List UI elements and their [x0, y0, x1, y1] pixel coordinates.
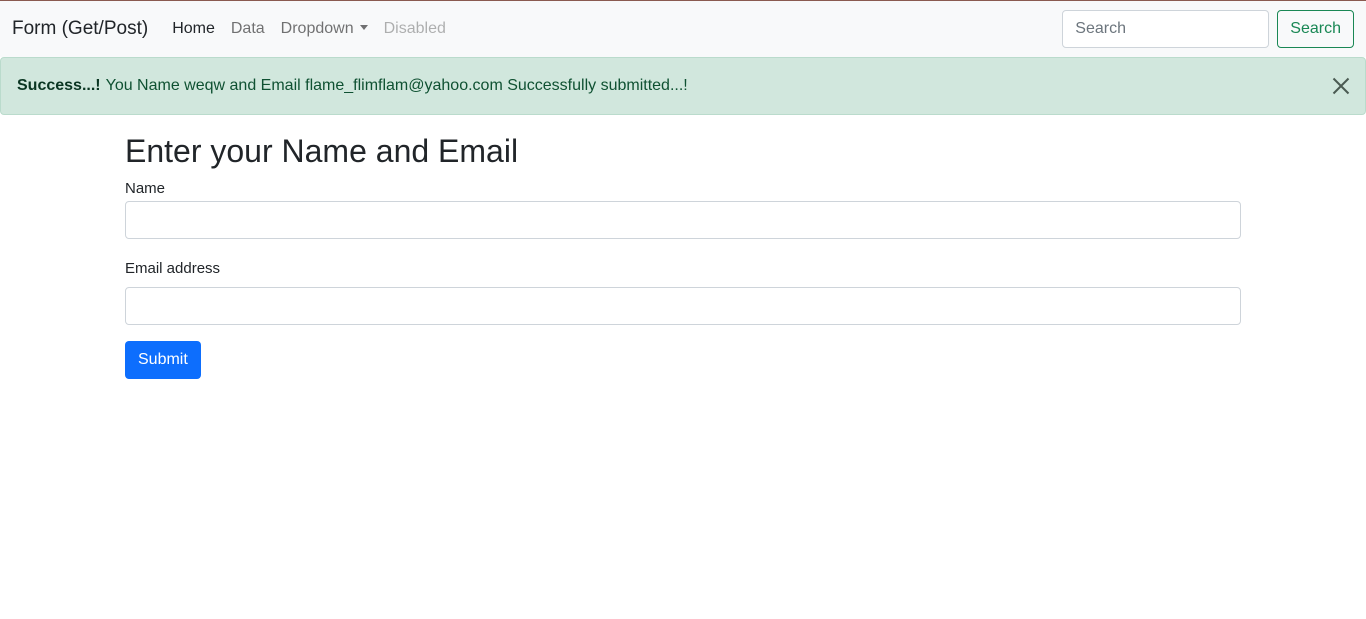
nav-dropdown[interactable]: Dropdown: [281, 20, 368, 38]
nav-dropdown-label: Dropdown: [280, 20, 354, 37]
nav-disabled: Disabled: [383, 20, 446, 37]
email-label: Email address: [125, 260, 221, 277]
name-label: Name: [125, 180, 166, 197]
alert-message: You Name weqw and Email flame_flimflam@y…: [105, 77, 688, 94]
search-form: Search: [1062, 10, 1354, 48]
form-container: Enter your Name and Email Name Email add…: [0, 133, 1241, 379]
caret-down-icon: [359, 25, 368, 30]
nav-data[interactable]: Data: [231, 20, 265, 38]
email-input[interactable]: [125, 287, 1241, 325]
name-input[interactable]: [125, 201, 1241, 239]
success-alert: Success...! You Name weqw and Email flam…: [0, 57, 1366, 115]
page-title: Enter your Name and Email: [125, 133, 519, 169]
alert-strong: Success...!: [17, 77, 101, 94]
navbar: Form (Get/Post) Home Data Dropdown Disab…: [0, 1, 1366, 57]
submit-button[interactable]: Submit: [125, 341, 201, 379]
search-button[interactable]: Search: [1277, 10, 1354, 48]
close-icon[interactable]: [1331, 76, 1351, 96]
nav-home[interactable]: Home: [172, 20, 215, 38]
navbar-brand[interactable]: Form (Get/Post): [12, 18, 148, 40]
search-input[interactable]: [1062, 10, 1270, 48]
